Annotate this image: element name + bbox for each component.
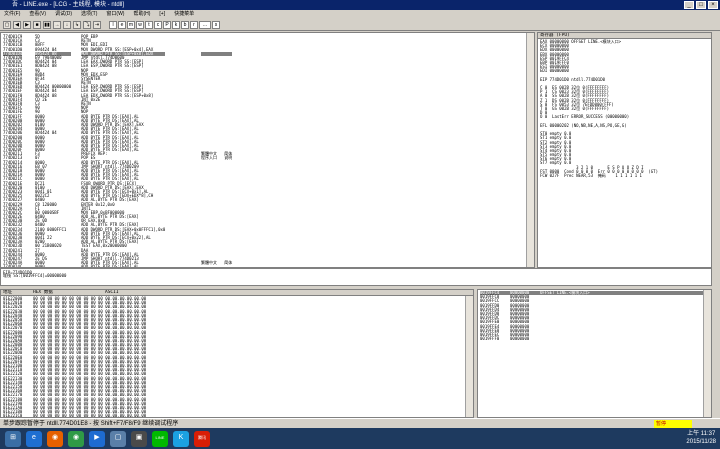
firefox-icon[interactable]: ◉ [47,430,63,447]
disassembly-pane[interactable]: 774D01C9 774D01CA 774D01CB 774D01D0 774D01D4… [0,32,535,268]
stack-rows: 0019FFC4 00000000 OFFSET LINE.<模块入口> 0019FF… [478,290,711,342]
stack-comment: OFFSET LINE.<模块入口> [540,290,590,295]
menu-bar: 文件(F) 查看(V) 调试(D) 选项(T) 窗口(W) 帮助(H) [+] … [0,10,720,19]
execute-till-return-button[interactable]: ⇥ [93,20,101,29]
step-over-button[interactable]: ↓ [63,20,71,29]
dump-rows: 01E22000 00 00 00 00 00 00 00 00 00 00 00… [1,296,473,417]
disassembly-column: POP EBP RETN MOV EDI,EDI MOV DWORD PTR SS:[… [81,34,166,267]
clock[interactable]: 上午 11:37 2015/11/28 [686,430,716,446]
maximize-button[interactable]: □ [696,1,706,9]
trace-over-button[interactable]: ⤵ [83,20,91,29]
title-bar: 吾 - LINE.exe - [LCG - 主线程, 模块 - ntdll] _… [0,0,720,10]
dump-header-address[interactable]: 地址 [3,290,33,295]
menu-shortcut[interactable]: 快捷菜单 [174,10,194,19]
minimize-button[interactable]: _ [684,1,694,9]
restart-button[interactable]: ◀ [13,20,21,29]
disassembly-scrollbar[interactable] [526,33,534,267]
stack-address: 0019FFF0 [480,336,500,342]
executables-window-button[interactable]: e [118,20,126,29]
step-into-button[interactable]: → [53,20,61,29]
memory-dump-pane[interactable]: 地址 HEX 数据 ASCII 01E22000 00 00 00 00 00 0… [0,289,474,418]
start-icon[interactable]: ⊞ [5,430,21,447]
menu-plus[interactable]: [+] [159,10,165,19]
kaspersky-icon[interactable]: K [173,430,189,447]
run-trace-button[interactable]: ... [199,20,211,29]
menu-help[interactable]: 帮助(H) [133,10,150,19]
taskbar: ⊞ e ◉ ◉ ▶ ▢ ▣ LINE K 腾讯 上午 11:37 2015/11… [0,428,720,449]
info-pane: EIP=774D01D0 堆栈 SS:[0019FFC4]=00000000 [0,268,712,286]
open-button[interactable]: ▢ [3,20,11,29]
address-column: 774D01C9 774D01CA 774D01CB 774D01D0 774D01D4… [3,34,23,267]
menu-window[interactable]: 窗口(W) [106,10,124,19]
cpu-window-button[interactable]: c [154,20,162,29]
dump-header-ascii[interactable]: ASCII [105,290,119,295]
menu-debug[interactable]: 调试(D) [55,10,72,19]
paused-badge: 暂停 [654,420,692,428]
stack-row: 0019FFF0 00000000 [480,336,709,342]
info-line: 堆栈 SS:[0019FFC4]=00000000 [3,273,67,279]
explorer-icon[interactable]: ▢ [110,430,126,447]
disasm-comment: 繁體中文 简体 [201,260,233,266]
register-line: FCW 027F Prec NEAR,53 掩码 1 1 1 1 1 1 [540,173,642,178]
run-button[interactable]: ▶ [23,20,31,29]
references-window-button[interactable]: r [190,20,198,29]
call-stack-button[interactable]: k [172,20,180,29]
chrome-icon[interactable]: ◉ [68,430,84,447]
ie-icon[interactable]: e [26,430,42,447]
log-window-button[interactable]: l [109,20,117,29]
breakpoints-window-button[interactable]: b [181,20,189,29]
source-window-button[interactable]: s [212,20,220,29]
memory-window-button[interactable]: m [127,20,135,29]
menu-file[interactable]: 文件(F) [4,10,20,19]
menu-view[interactable]: 查看(V) [29,10,46,19]
windows-window-button[interactable]: w [136,20,144,29]
debugger-icon[interactable]: ▣ [131,430,147,447]
stack-value: 00000000 [510,336,530,342]
registers-pane[interactable]: 寄存器 (FPU) EAX 00000000 OFFSET LINE.<模块入口… [537,32,712,268]
comment-column: 繁體中文 简体 程序入口 说明 繁體中文 简体 [201,35,233,267]
clock-time: 上午 11:37 [687,431,716,437]
patches-window-button[interactable]: P [163,20,171,29]
status-text: 单步跟踪暂停于 ntdll.774D01E8 - 按 Shift+F7/F8/F… [3,421,179,427]
stack-scrollbar[interactable] [703,290,711,417]
dump-header-hex[interactable]: HEX 数据 [33,290,105,295]
close-button[interactable]: × [708,1,718,9]
qq-icon[interactable]: 腾讯 [194,430,210,447]
menu-options[interactable]: 选项(T) [81,10,97,19]
stack-pane[interactable]: 0019FFC4 00000000 OFFSET LINE.<模块入口> 0019FF… [477,289,712,418]
pause-button[interactable]: ▮▮ [43,20,51,29]
stop-button[interactable]: ■ [33,20,41,29]
toolbar: ▢ ◀ ▶ ■ ▮▮ → ↓ ↳ ⤵ ⇥ l e m w t c P k b r… [0,19,720,31]
threads-window-button[interactable]: t [145,20,153,29]
register-lines: EAX 00000000 OFFSET LINE.<模块入口> ECX 00000… [538,39,711,179]
dump-scrollbar[interactable] [465,296,473,417]
disasm-comment: 程序入口 说明 [201,155,233,161]
line-icon[interactable]: LINE [152,430,168,447]
clock-date: 2015/11/28 [686,439,716,445]
media-player-icon[interactable]: ▶ [89,430,105,447]
window-title: 吾 - LINE.exe - [LCG - 主线程, 模块 - ntdll] [12,2,125,8]
hex-column: 5D C3 8BFF 894424 04 895424 08 E9 79040000 8D4… [35,34,72,267]
trace-into-button[interactable]: ↳ [73,20,81,29]
status-bar: 单步跟踪暂停于 ntdll.774D01E8 - 按 Shift+F7/F8/F… [0,418,720,428]
